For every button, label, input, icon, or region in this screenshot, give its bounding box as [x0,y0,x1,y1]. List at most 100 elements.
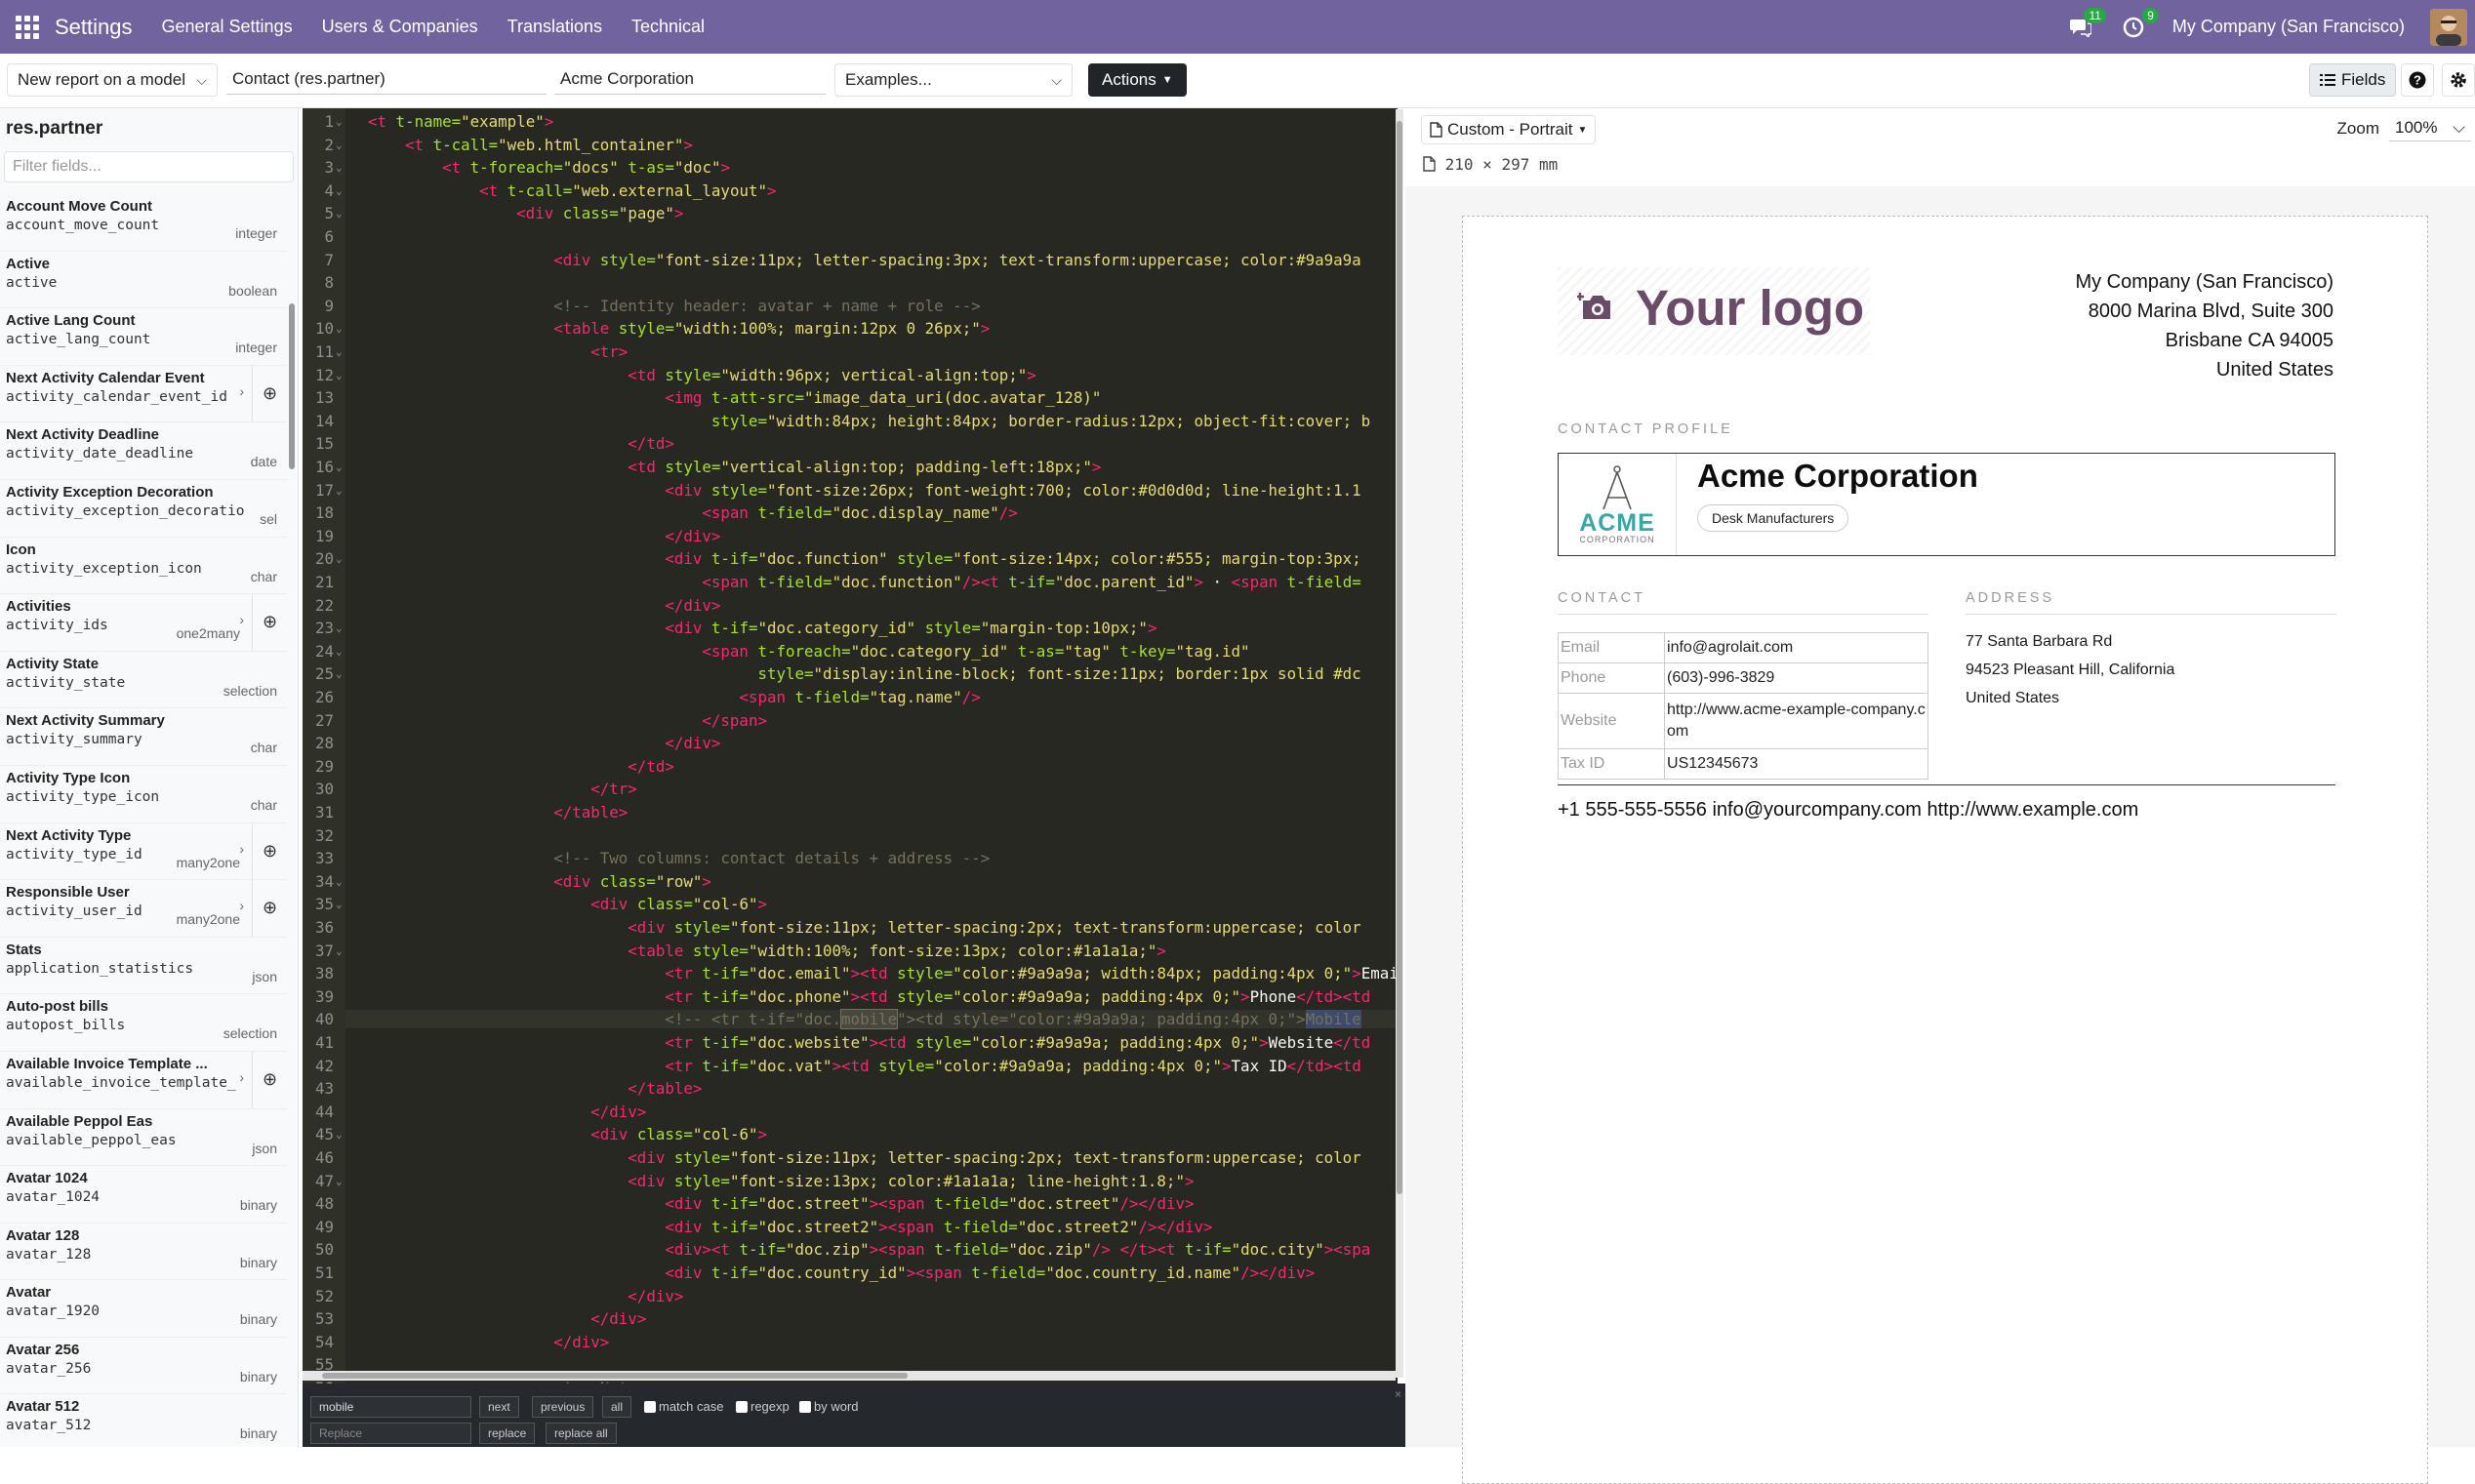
fold-toggle-icon[interactable]: ⌄ [336,345,343,358]
fold-toggle-icon[interactable]: ⌄ [336,369,343,381]
fold-toggle-icon[interactable]: ⌄ [336,115,343,128]
fold-toggle-icon[interactable]: ⌄ [336,1128,343,1141]
add-field-icon[interactable]: ⊕ [252,365,287,422]
menu-users-companies[interactable]: Users & Companies [322,17,478,37]
add-field-icon[interactable]: ⊕ [252,1051,287,1108]
replace-input[interactable]: Replace [310,1423,471,1444]
actions-button[interactable]: Actions ▼ [1088,63,1187,97]
new-report-select[interactable]: New report on a model ⌵ [7,63,218,97]
fold-toggle-icon[interactable]: ⌄ [336,461,343,473]
code-line: </div> [628,1286,684,1305]
field-item[interactable]: Available Invoice Template ... available_… [0,1051,287,1109]
app-menu-button[interactable] [0,0,55,54]
field-item[interactable]: Avatar 512 avatar_512 binary [0,1394,287,1447]
fold-toggle-icon[interactable]: ⌄ [336,622,343,634]
messaging-button[interactable]: 11 [2067,7,2106,41]
field-item[interactable]: Auto-post bills autopost_bills selection [0,994,287,1052]
chevron-right-icon[interactable]: › [239,841,244,857]
company-logo-placeholder[interactable]: Your logo [1558,267,1870,355]
fold-toggle-icon[interactable]: ⌄ [336,139,343,151]
menu-general-settings[interactable]: General Settings [162,17,293,37]
search-previous-button[interactable]: previous [532,1396,594,1418]
fold-toggle-icon[interactable]: ⌄ [336,552,343,565]
menu-technical[interactable]: Technical [631,17,705,37]
search-next-button[interactable]: next [479,1396,519,1418]
regexp-label: regexp [751,1399,790,1414]
app-title[interactable]: Settings [55,15,133,40]
company-switcher[interactable]: My Company (San Francisco) [2172,17,2405,37]
field-item[interactable]: Avatar avatar_1920 binary [0,1280,287,1338]
field-item[interactable]: Stats application_statistics json [0,938,287,995]
fold-toggle-icon[interactable]: ⌄ [336,944,343,957]
chevron-right-icon[interactable]: › [239,898,244,913]
code-editor[interactable]: 1 ⌄ 2 ⌄ 3 ⌄ 4 ⌄ 5 ⌄ 6 7 8 9 10 ⌄ 11 ⌄ 12 ⌄ 13 14 15 16 ⌄ 17 ⌄ 18 19 2… [303,108,1398,1384]
add-field-icon[interactable]: ⊕ [252,822,287,880]
add-field-icon[interactable]: ⊕ [252,880,287,937]
user-avatar[interactable] [2430,8,2467,46]
fold-toggle-icon[interactable]: ⌄ [336,645,343,658]
line-number: 54 [314,1332,334,1351]
fold-toggle-icon[interactable]: ⌄ [336,667,343,680]
fold-toggle-icon[interactable]: ⌄ [336,1175,343,1187]
chevron-right-icon[interactable]: › [239,383,244,399]
field-item[interactable]: Avatar 128 avatar_128 binary [0,1223,287,1281]
fold-toggle-icon[interactable]: ⌄ [336,184,343,197]
replace-all-button[interactable]: replace all [546,1423,617,1444]
address-street: 77 Santa Barbara Rd [1966,633,2113,650]
menu-translations[interactable]: Translations [507,17,602,37]
field-item[interactable]: Active Lang Count active_lang_count intege… [0,308,287,366]
help-button[interactable]: ? [2401,63,2434,97]
line-number: 41 [314,1033,334,1052]
chevron-right-icon[interactable]: › [239,1069,244,1085]
field-item[interactable]: Next Activity Calendar Event activity_cal… [0,365,287,423]
editor-vertical-scrollbar[interactable] [1396,109,1403,1378]
model-field[interactable]: Contact (res.partner) [226,65,547,95]
field-item[interactable]: Next Activity Deadline activity_date_dead… [0,422,287,480]
line-number: 2 [324,135,334,154]
code-line: <div style="font-size:11px; letter-spaci… [553,250,1361,269]
editor-horizontal-scrollbar[interactable] [303,1371,1396,1381]
fields-toggle-button[interactable]: Fields [2309,63,2397,97]
chevron-right-icon[interactable]: › [239,612,244,627]
field-item[interactable]: Icon activity_exception_icon char [0,538,287,595]
table-row: Email info@agrolait.com [1557,632,1928,663]
search-input[interactable]: mobile [310,1396,471,1418]
settings-button[interactable] [2442,63,2475,97]
code-line: style="display:inline-block; font-size:1… [757,664,1361,684]
search-all-button[interactable]: all [602,1396,632,1418]
regexp-checkbox[interactable]: regexp [736,1399,790,1414]
fold-toggle-icon[interactable]: ⌄ [336,322,343,335]
field-item[interactable]: Activity Type Icon activity_type_icon char [0,766,287,823]
field-item[interactable]: Activity Exception Decoration activity_ex… [0,480,287,538]
record-field[interactable]: Acme Corporation [554,65,826,95]
close-search-icon[interactable]: × [1395,1387,1401,1401]
zoom-select[interactable]: 100% ⌵ [2389,115,2471,141]
replace-button[interactable]: replace [479,1423,536,1444]
by-word-checkbox[interactable]: by word [799,1399,859,1414]
field-item[interactable]: Responsible User activity_user_id many2one… [0,880,287,938]
fold-toggle-icon[interactable]: ⌄ [336,161,343,174]
field-technical-name: avatar_1920 [6,1304,101,1320]
fold-toggle-icon[interactable]: ⌄ [336,875,343,888]
field-item[interactable]: Available Peppol Eas available_peppol_eas… [0,1109,287,1167]
field-item[interactable]: Active active boolean [0,252,287,309]
fold-toggle-icon[interactable]: ⌄ [336,207,343,220]
field-item[interactable]: Avatar 256 avatar_256 binary [0,1338,287,1395]
match-case-checkbox[interactable]: match case [644,1399,723,1414]
add-field-icon[interactable]: ⊕ [252,594,287,651]
fold-toggle-icon[interactable]: ⌄ [336,898,343,910]
examples-select[interactable]: Examples... ⌵ [834,63,1073,97]
activities-button[interactable]: 9 [2120,7,2159,41]
fold-toggle-icon[interactable]: ⌄ [336,484,343,497]
code-line: </span> [702,710,767,730]
field-item[interactable]: Activity State activity_state selection [0,652,287,709]
field-item[interactable]: Account Move Count account_move_count inte… [0,194,287,252]
field-item[interactable]: Activities activity_ids one2many › ⊕ [0,594,287,652]
fields-label: Fields [2341,70,2386,89]
field-item[interactable]: Next Activity Summary activity_summary cha… [0,708,287,766]
field-item[interactable]: Next Activity Type activity_type_id many2o… [0,822,287,881]
paper-format-dropdown[interactable]: Custom - Portrait ▼ [1421,115,1597,144]
field-item[interactable]: Avatar 1024 avatar_1024 binary [0,1166,287,1223]
filter-fields-input[interactable]: Filter fields... [4,151,294,182]
sidebar-scrollbar[interactable] [289,303,295,469]
